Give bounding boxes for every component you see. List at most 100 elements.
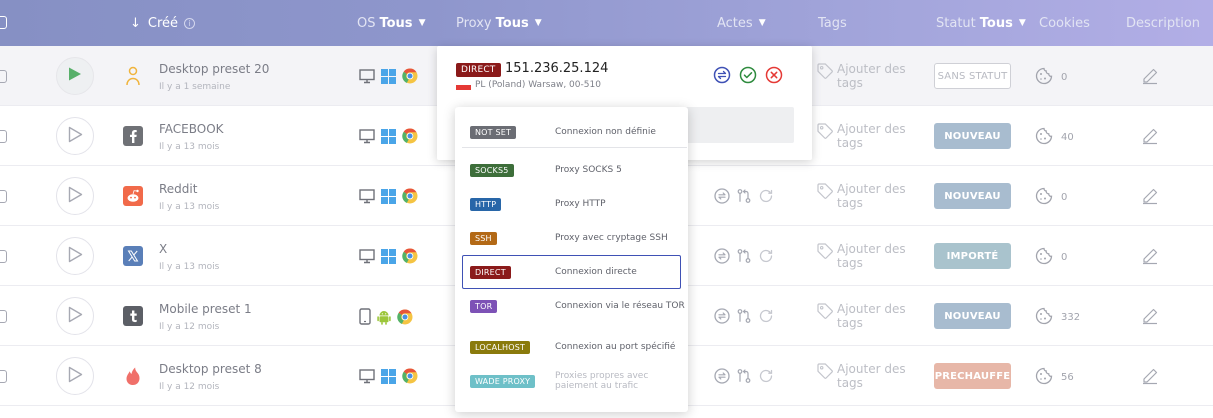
status-badge[interactable]: NOUVEAU (934, 303, 1011, 329)
launch-profile-button[interactable] (56, 237, 94, 275)
row-checkbox[interactable] (0, 190, 7, 203)
add-tags-label: Ajouter des tags (837, 302, 906, 330)
profile-name[interactable]: FACEBOOK (159, 122, 224, 136)
tag-icon (816, 362, 834, 390)
refresh-icon[interactable] (758, 248, 774, 268)
profile-name[interactable]: Mobile preset 1 (159, 302, 252, 316)
row-checkbox[interactable] (0, 250, 7, 263)
proxy-type-badge: DIRECT (456, 63, 501, 77)
proxy-filter-value[interactable]: Tous (496, 16, 529, 31)
row-checkbox[interactable] (0, 130, 7, 143)
add-tags-button[interactable]: Ajouter des tags (816, 182, 909, 210)
confirm-check-icon[interactable] (739, 66, 757, 88)
add-tags-button[interactable]: Ajouter des tags (816, 62, 909, 90)
branch-icon[interactable] (736, 308, 752, 328)
launch-profile-button[interactable] (56, 57, 94, 95)
row-checkbox[interactable] (0, 370, 7, 383)
profile-name[interactable]: Desktop preset 20 (159, 62, 269, 76)
row-checkbox[interactable] (0, 70, 7, 83)
row-actions (714, 248, 774, 268)
status-column-header[interactable]: Statut Tous ▼ (936, 0, 1026, 46)
cookies-count[interactable]: 0 (1035, 247, 1067, 268)
cookie-icon (1035, 187, 1053, 208)
proxy-option-ssh[interactable]: SSH Proxy avec cryptage SSH (462, 221, 681, 255)
refresh-icon[interactable] (758, 188, 774, 208)
proxy-ip: 151.236.25.124 (505, 61, 609, 76)
proxy-option-socks5[interactable]: SOCKS5 Proxy SOCKS 5 (462, 153, 681, 187)
actions-column-header[interactable]: Actes ▼ (717, 0, 766, 46)
add-tags-button[interactable]: Ajouter des tags (816, 362, 909, 390)
swap-icon[interactable] (714, 368, 730, 388)
edit-description-button[interactable] (1141, 367, 1159, 389)
add-tags-label: Ajouter des tags (837, 62, 906, 90)
windows-icon (381, 68, 396, 88)
play-icon (68, 306, 83, 327)
branch-icon[interactable] (736, 248, 752, 268)
profile-created-date: Il y a 13 mois (159, 262, 220, 272)
tag-icon (816, 242, 834, 270)
proxy-option-http[interactable]: HTTP Proxy HTTP (462, 187, 681, 221)
profile-name[interactable]: Desktop preset 8 (159, 362, 262, 376)
chrome-icon (402, 248, 418, 268)
proxy-option-not-set[interactable]: NOT SET Connexion non définie (462, 115, 681, 149)
row-actions (714, 188, 774, 208)
status-filter-value[interactable]: Tous (980, 16, 1013, 31)
status-badge[interactable]: NOUVEAU (934, 123, 1011, 149)
proxy-type-description: Connexion au port spécifié (555, 342, 676, 352)
status-badge[interactable]: NOUVEAU (934, 183, 1011, 209)
cookies-count[interactable]: 56 (1035, 367, 1074, 388)
add-tags-button[interactable]: Ajouter des tags (816, 302, 909, 330)
add-tags-button[interactable]: Ajouter des tags (816, 122, 909, 150)
cookies-count[interactable]: 40 (1035, 127, 1074, 148)
status-badge[interactable]: SANS STATUT (934, 63, 1011, 89)
cookies-value: 0 (1061, 192, 1068, 203)
edit-description-button[interactable] (1141, 187, 1159, 209)
edit-description-button[interactable] (1141, 67, 1159, 89)
profile-name[interactable]: Reddit (159, 182, 197, 196)
edit-description-button[interactable] (1141, 307, 1159, 329)
status-badge[interactable]: IMPORTÉ (934, 243, 1011, 269)
swap-icon[interactable] (714, 308, 730, 328)
sort-arrow-icon[interactable]: ↓ (130, 16, 141, 31)
cookie-icon (1035, 367, 1053, 388)
branch-icon[interactable] (736, 368, 752, 388)
swap-icon[interactable] (714, 248, 730, 268)
edit-description-button[interactable] (1141, 247, 1159, 269)
os-column-header[interactable]: OS Tous ▼ (357, 0, 425, 46)
swap-proxy-icon[interactable] (713, 66, 731, 88)
os-filter-value[interactable]: Tous (379, 16, 412, 31)
pencil-icon (1141, 68, 1159, 89)
edit-description-button[interactable] (1141, 127, 1159, 149)
add-tags-button[interactable]: Ajouter des tags (816, 242, 909, 270)
cancel-close-icon[interactable] (765, 66, 783, 88)
proxy-option-tor[interactable]: TOR Connexion via le réseau TOR (462, 289, 685, 323)
proxy-option-wade-proxy[interactable]: WADE PROXY Proxies propres avec paiement … (462, 364, 681, 398)
profile-name[interactable]: X (159, 242, 167, 256)
add-tags-label: Ajouter des tags (837, 122, 906, 150)
cookies-count[interactable]: 0 (1035, 187, 1067, 208)
pencil-icon (1141, 308, 1159, 329)
chrome-icon (402, 128, 418, 148)
proxy-column-header[interactable]: Proxy Tous ▼ (456, 0, 542, 46)
tinder-icon (123, 366, 143, 386)
proxy-option-direct[interactable]: DIRECT Connexion directe (462, 255, 681, 289)
launch-profile-button[interactable] (56, 117, 94, 155)
swap-icon[interactable] (714, 188, 730, 208)
refresh-icon[interactable] (758, 308, 774, 328)
launch-profile-button[interactable] (56, 357, 94, 395)
launch-profile-button[interactable] (56, 297, 94, 335)
cookies-count[interactable]: 0 (1035, 67, 1067, 88)
launch-profile-button[interactable] (56, 177, 94, 215)
refresh-icon[interactable] (758, 368, 774, 388)
branch-icon[interactable] (736, 188, 752, 208)
pencil-icon (1141, 188, 1159, 209)
chevron-down-icon: ▼ (534, 18, 542, 28)
status-badge[interactable]: PRECHAUFFE (934, 363, 1011, 389)
proxy-option-localhost[interactable]: LOCALHOST Connexion au port spécifié (462, 330, 681, 364)
cookies-count[interactable]: 332 (1035, 307, 1080, 328)
created-column-header[interactable]: ↓ Créé i (130, 0, 196, 46)
row-checkbox[interactable] (0, 310, 7, 323)
tag-icon (816, 62, 834, 90)
select-all-checkbox[interactable] (0, 16, 7, 29)
desktop-icon (359, 128, 375, 148)
